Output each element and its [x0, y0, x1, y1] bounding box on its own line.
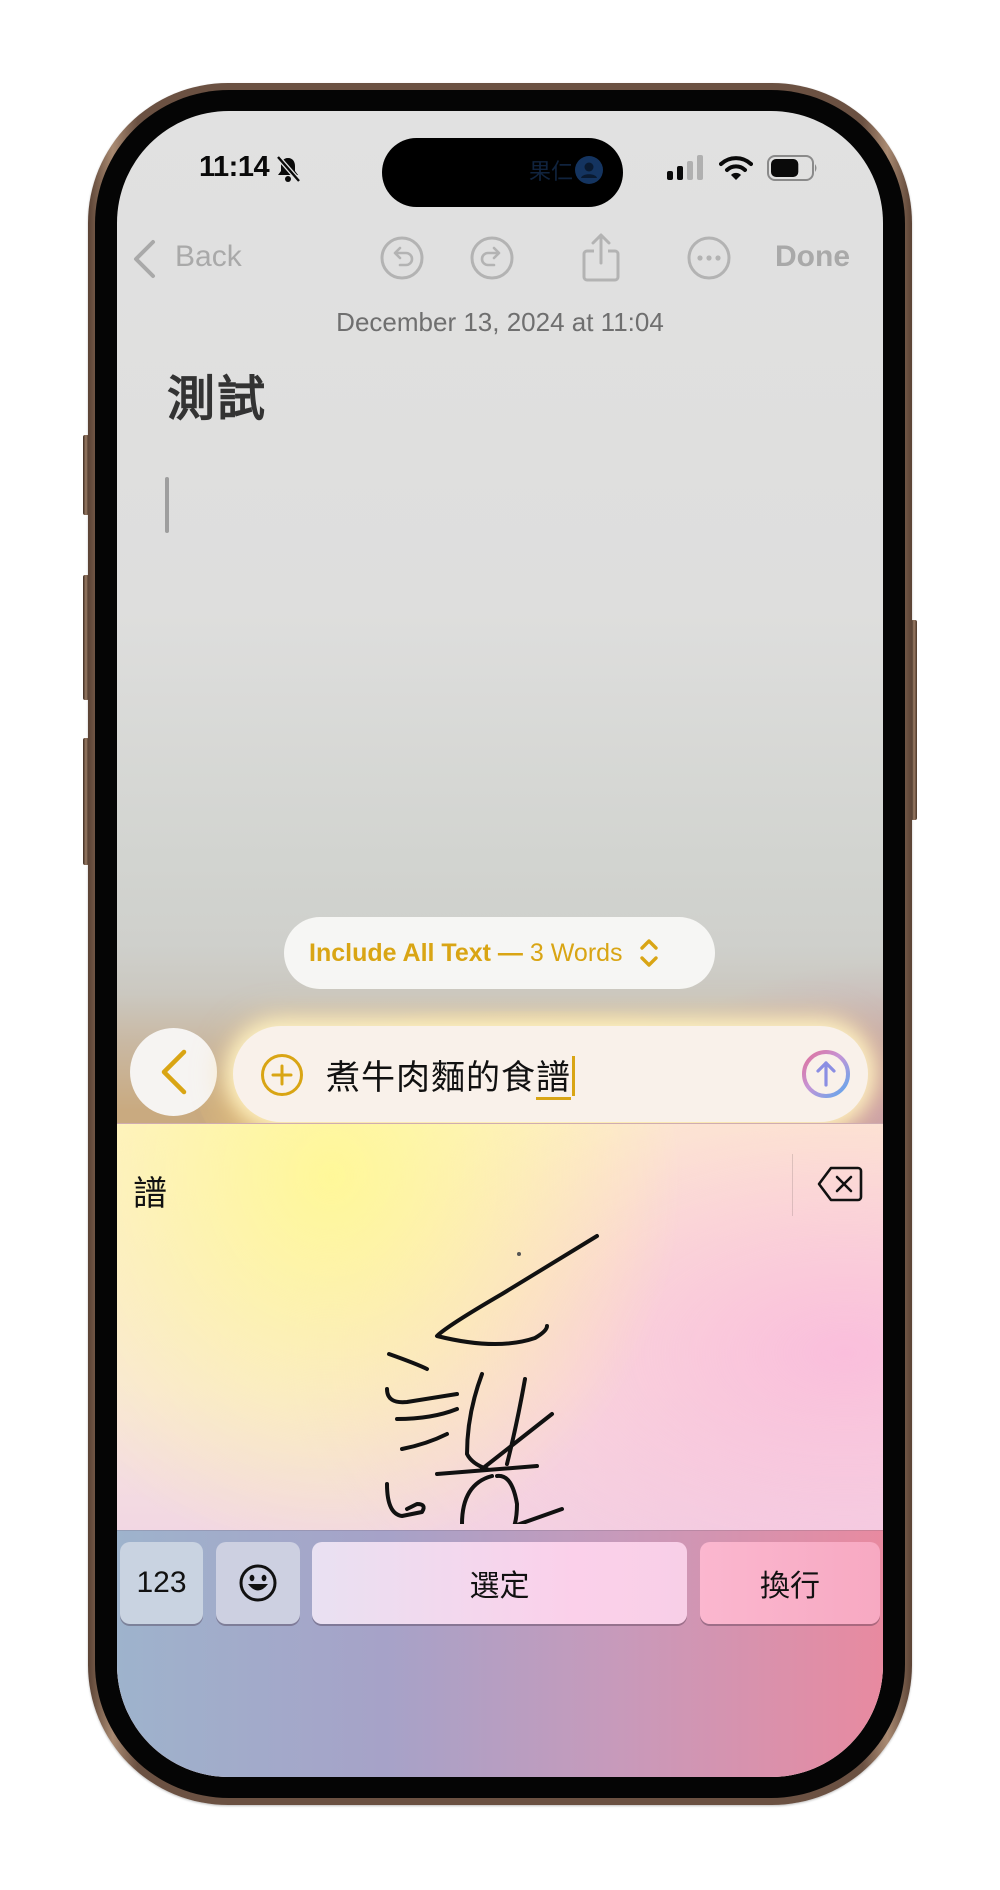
- handwriting-stroke: [385, 1352, 459, 1451]
- handwriting-canvas[interactable]: [347, 1204, 647, 1524]
- handwriting-keyboard: 譜 123 選定 換行: [117, 1123, 883, 1777]
- word-count: 3 Words: [529, 938, 623, 967]
- arrow-up-circle-icon[interactable]: [801, 1049, 851, 1099]
- emoji-key[interactable]: [216, 1542, 300, 1624]
- redo-icon[interactable]: [470, 236, 514, 280]
- status-time: 11:14: [199, 151, 270, 183]
- chevron-up-down-icon: [639, 939, 658, 967]
- delete-icon[interactable]: [817, 1166, 863, 1202]
- back-chevron-icon[interactable]: [131, 239, 157, 279]
- handwriting-stroke: [385, 1482, 426, 1518]
- back-button[interactable]: Back: [175, 240, 242, 274]
- note-title[interactable]: 測試: [167, 359, 267, 429]
- keyboard-divider: [117, 1530, 883, 1531]
- marked-text: 譜: [536, 1059, 571, 1100]
- share-icon[interactable]: [581, 233, 621, 283]
- chevron-left-icon: [161, 1049, 186, 1095]
- writing-tools-prompt-input[interactable]: 煮牛肉麵的食譜: [233, 1026, 868, 1122]
- cellular-signal-icon: [667, 155, 703, 180]
- handwriting-stroke: [465, 1372, 554, 1471]
- include-text-selector[interactable]: Include All Text — 3 Words: [284, 917, 715, 989]
- undo-icon[interactable]: [380, 236, 424, 280]
- plus-circle-icon[interactable]: [260, 1053, 304, 1097]
- wifi-icon: [719, 156, 753, 180]
- candidate-divider: [792, 1154, 793, 1216]
- handwriting-stroke: [460, 1473, 564, 1524]
- prompt-text: 煮牛肉麵的食譜: [326, 1050, 571, 1102]
- note-date: December 13, 2024 at 11:04: [336, 307, 664, 337]
- select-key[interactable]: 選定: [312, 1542, 687, 1624]
- dynamic-island: 果仁: [382, 138, 623, 207]
- watermark-text: 果仁: [528, 159, 573, 184]
- text-caret: [572, 1056, 575, 1096]
- emoji-icon: [239, 1564, 277, 1602]
- prompt-text-row: 煮牛肉麵的食譜: [326, 1050, 575, 1102]
- done-button[interactable]: Done: [775, 240, 850, 274]
- more-options-icon[interactable]: [687, 236, 731, 280]
- bell-slash-icon: [276, 155, 301, 183]
- island-watermark: 果仁: [529, 154, 603, 186]
- numbers-key[interactable]: 123: [120, 1542, 203, 1624]
- battery-icon: [767, 155, 817, 181]
- writing-tools-back-button[interactable]: [130, 1028, 217, 1116]
- include-label: Include All Text —: [309, 938, 523, 967]
- phone-screen: 11:14 果仁 Back Done December 13, 2024 at …: [117, 111, 883, 1777]
- candidate-character[interactable]: 譜: [133, 1166, 167, 1215]
- handwriting-dot: [517, 1252, 521, 1256]
- person-icon: [575, 156, 603, 184]
- return-key[interactable]: 換行: [700, 1542, 880, 1624]
- handwriting-stroke: [435, 1234, 599, 1347]
- text-cursor: [165, 477, 169, 533]
